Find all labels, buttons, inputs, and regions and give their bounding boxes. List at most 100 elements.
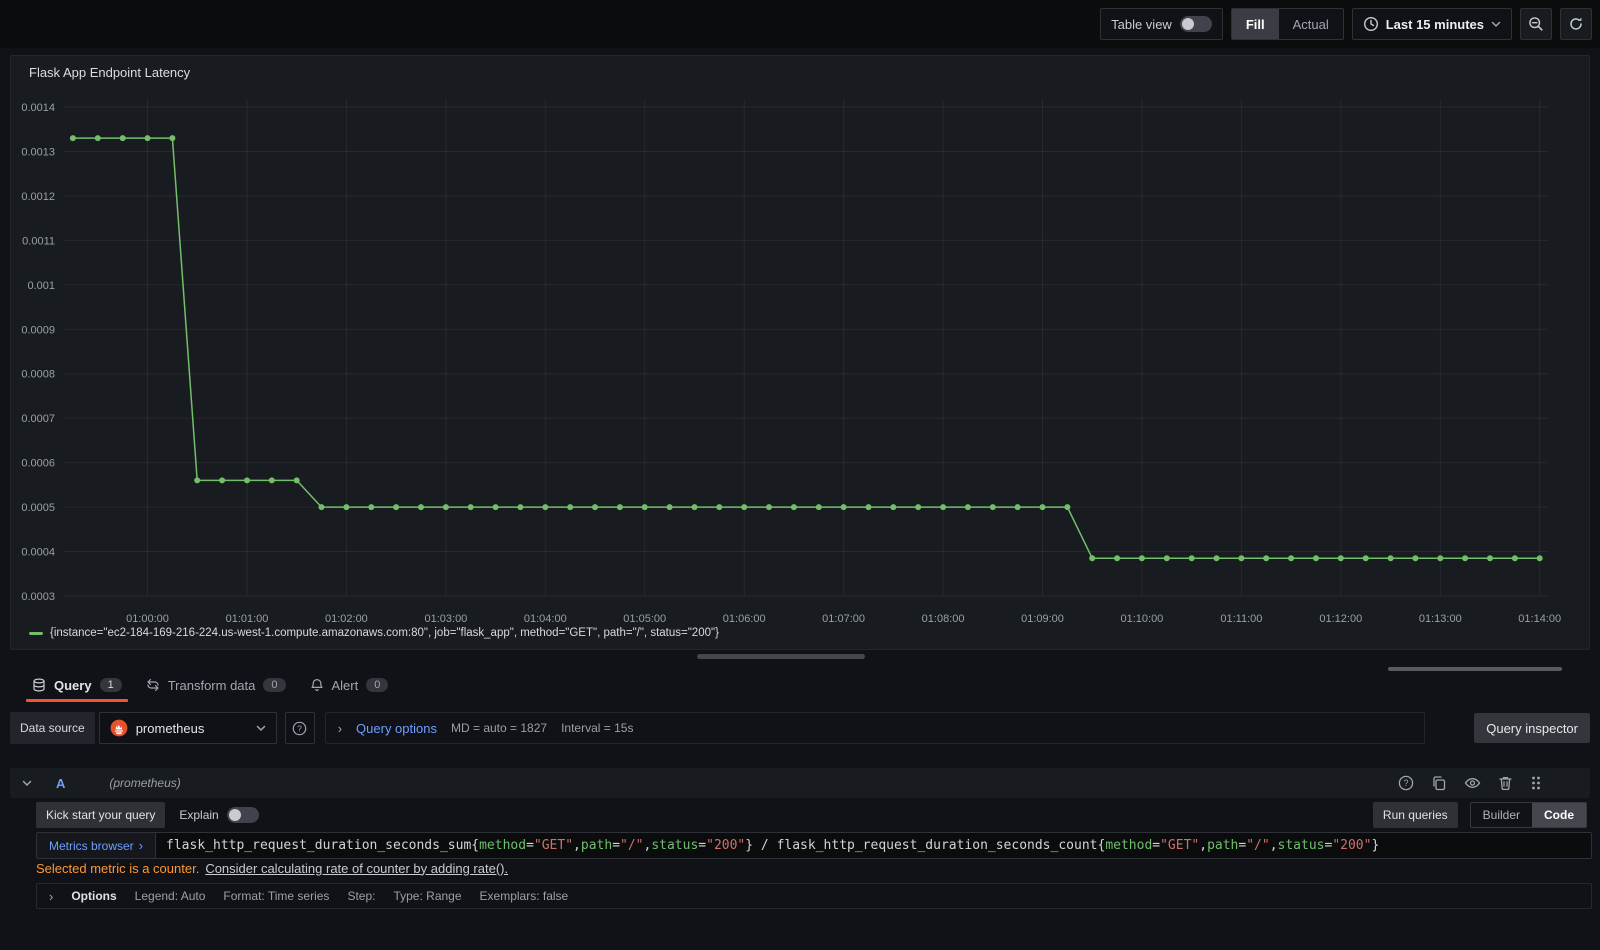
refresh-icon xyxy=(1568,16,1584,32)
chevron-down-icon xyxy=(256,724,266,732)
chevron-down-icon xyxy=(1491,20,1501,28)
eye-icon[interactable] xyxy=(1464,775,1481,791)
promql-editor-row: Metrics browser › flask_http_request_dur… xyxy=(36,832,1592,859)
builder-button[interactable]: Builder xyxy=(1471,803,1532,827)
pane-resize-handle[interactable] xyxy=(697,654,865,659)
option-exemplars: Exemplars: false xyxy=(479,889,569,903)
explain-toggle[interactable] xyxy=(226,806,259,823)
svg-text:01:12:00: 01:12:00 xyxy=(1319,613,1362,625)
tab-query-label: Query xyxy=(54,677,92,693)
options-label: Options xyxy=(71,889,117,903)
promql-query-input[interactable]: flask_http_request_duration_seconds_sum{… xyxy=(156,833,1591,858)
tab-alert-count: 0 xyxy=(366,678,389,692)
svg-text:0.0012: 0.0012 xyxy=(21,191,55,203)
metrics-browser-button[interactable]: Metrics browser › xyxy=(37,833,157,858)
svg-text:01:07:00: 01:07:00 xyxy=(822,613,865,625)
svg-text:01:02:00: 01:02:00 xyxy=(325,613,368,625)
table-view-toggle[interactable] xyxy=(1179,16,1212,32)
svg-text:01:14:00: 01:14:00 xyxy=(1518,613,1561,625)
tab-alert-label: Alert xyxy=(331,677,359,693)
max-data-points-value: MD = auto = 1827 xyxy=(450,721,548,735)
svg-text:01:11:00: 01:11:00 xyxy=(1220,613,1262,625)
time-range-picker[interactable]: Last 15 minutes xyxy=(1351,8,1512,40)
query-options-collapsed[interactable]: › Options Legend: Auto Format: Time seri… xyxy=(36,883,1592,909)
clock-icon xyxy=(1363,16,1379,32)
datasource-value: prometheus xyxy=(135,720,205,736)
counter-warning: Selected metric is a counter. Consider c… xyxy=(36,858,508,878)
warning-rate-hint-link[interactable]: Consider calculating rate of counter by … xyxy=(205,861,508,876)
tab-transform-data[interactable]: Transform data 0 xyxy=(138,668,294,702)
legend-series-marker xyxy=(29,631,43,635)
svg-text:0.0013: 0.0013 xyxy=(21,147,55,159)
svg-text:01:04:00: 01:04:00 xyxy=(524,613,567,625)
prometheus-logo-icon xyxy=(110,719,128,737)
time-range-label: Last 15 minutes xyxy=(1385,16,1484,32)
timeseries-chart[interactable]: 01:00:00 01:01:00 01:02:00 01:03:00 01:04:00… xyxy=(11,84,1591,632)
kick-start-query-button[interactable]: Kick start your query xyxy=(36,801,166,828)
svg-text:0.0008: 0.0008 xyxy=(21,369,55,381)
refresh-button[interactable] xyxy=(1560,8,1592,40)
fill-button[interactable]: Fill xyxy=(1231,9,1279,39)
svg-text:0.0014: 0.0014 xyxy=(21,102,55,114)
tab-alert[interactable]: Alert 0 xyxy=(302,668,397,702)
timeseries-panel: Flask App Endpoint Latency 01:00:00 01:01… xyxy=(10,55,1590,650)
run-queries-button[interactable]: Run queries xyxy=(1372,801,1458,828)
svg-text:01:08:00: 01:08:00 xyxy=(922,613,965,625)
datasource-help-button[interactable]: ? xyxy=(284,712,315,744)
option-step: Step: xyxy=(347,889,376,903)
query-help-icon[interactable]: ? xyxy=(1398,775,1414,791)
editor-tabs: Query 1 Transform data 0 Alert 0 xyxy=(0,668,1600,702)
metrics-browser-label: Metrics browser xyxy=(49,838,134,853)
svg-text:01:13:00: 01:13:00 xyxy=(1419,613,1462,625)
svg-text:?: ? xyxy=(1403,778,1408,788)
drag-handle-icon[interactable] xyxy=(1530,775,1542,791)
database-icon xyxy=(32,678,46,692)
datasource-picker[interactable]: prometheus xyxy=(98,712,277,744)
datasource-row: Data source prometheus ? › Query options… xyxy=(10,712,1590,744)
svg-text:?: ? xyxy=(297,723,302,733)
builder-code-segmented: Builder Code xyxy=(1469,801,1587,828)
collapse-chevron-icon[interactable] xyxy=(22,779,32,787)
svg-text:01:10:00: 01:10:00 xyxy=(1120,613,1163,625)
svg-text:01:05:00: 01:05:00 xyxy=(623,613,666,625)
fill-actual-segmented: Fill Actual xyxy=(1230,8,1344,40)
svg-text:01:03:00: 01:03:00 xyxy=(424,613,467,625)
panel-edit-toolbar: Table view Fill Actual Last 15 minutes xyxy=(0,0,1600,48)
code-button[interactable]: Code xyxy=(1532,802,1586,827)
duplicate-icon[interactable] xyxy=(1431,775,1447,791)
svg-text:0.0004: 0.0004 xyxy=(21,547,55,559)
promql-query-text: flask_http_request_duration_seconds_sum{… xyxy=(166,838,1380,853)
svg-text:0.0003: 0.0003 xyxy=(21,591,55,603)
tab-query[interactable]: Query 1 xyxy=(24,668,130,702)
actual-button[interactable]: Actual xyxy=(1279,9,1343,39)
query-inspector-button[interactable]: Query inspector xyxy=(1474,713,1590,743)
transform-icon xyxy=(146,678,160,692)
tab-query-count: 1 xyxy=(99,678,122,692)
option-legend: Legend: Auto xyxy=(134,889,206,903)
bell-icon xyxy=(310,678,324,692)
svg-text:0.0006: 0.0006 xyxy=(21,458,55,470)
svg-text:0.0007: 0.0007 xyxy=(21,413,55,425)
svg-text:0.0011: 0.0011 xyxy=(22,235,55,247)
query-row-actions: ? xyxy=(1398,775,1542,791)
query-row-header: A (prometheus) ? xyxy=(10,768,1590,798)
interval-value: Interval = 15s xyxy=(561,721,634,735)
zoom-out-icon xyxy=(1528,16,1544,32)
tab-transform-label: Transform data xyxy=(167,677,256,693)
trash-icon[interactable] xyxy=(1498,775,1513,791)
datasource-label: Data source xyxy=(10,712,95,744)
svg-text:01:01:00: 01:01:00 xyxy=(226,613,269,625)
query-options-label: Query options xyxy=(356,720,437,736)
query-toolbar: Kick start your query Explain Run querie… xyxy=(36,801,1590,828)
zoom-out-button[interactable] xyxy=(1520,8,1552,40)
svg-text:01:00:00: 01:00:00 xyxy=(126,613,169,625)
legend-item[interactable]: {instance="ec2-184-169-216-224.us-west-1… xyxy=(29,627,719,639)
table-view-control: Table view xyxy=(1100,8,1223,40)
query-options-header[interactable]: › Query options MD = auto = 1827 Interva… xyxy=(324,712,1425,744)
option-type: Type: Range xyxy=(393,889,462,903)
option-format: Format: Time series xyxy=(223,889,330,903)
chevron-right-icon: › xyxy=(138,838,144,853)
svg-text:0.0009: 0.0009 xyxy=(21,324,55,336)
explain-label: Explain xyxy=(179,807,219,822)
query-datasource-hint: (prometheus) xyxy=(109,776,181,790)
